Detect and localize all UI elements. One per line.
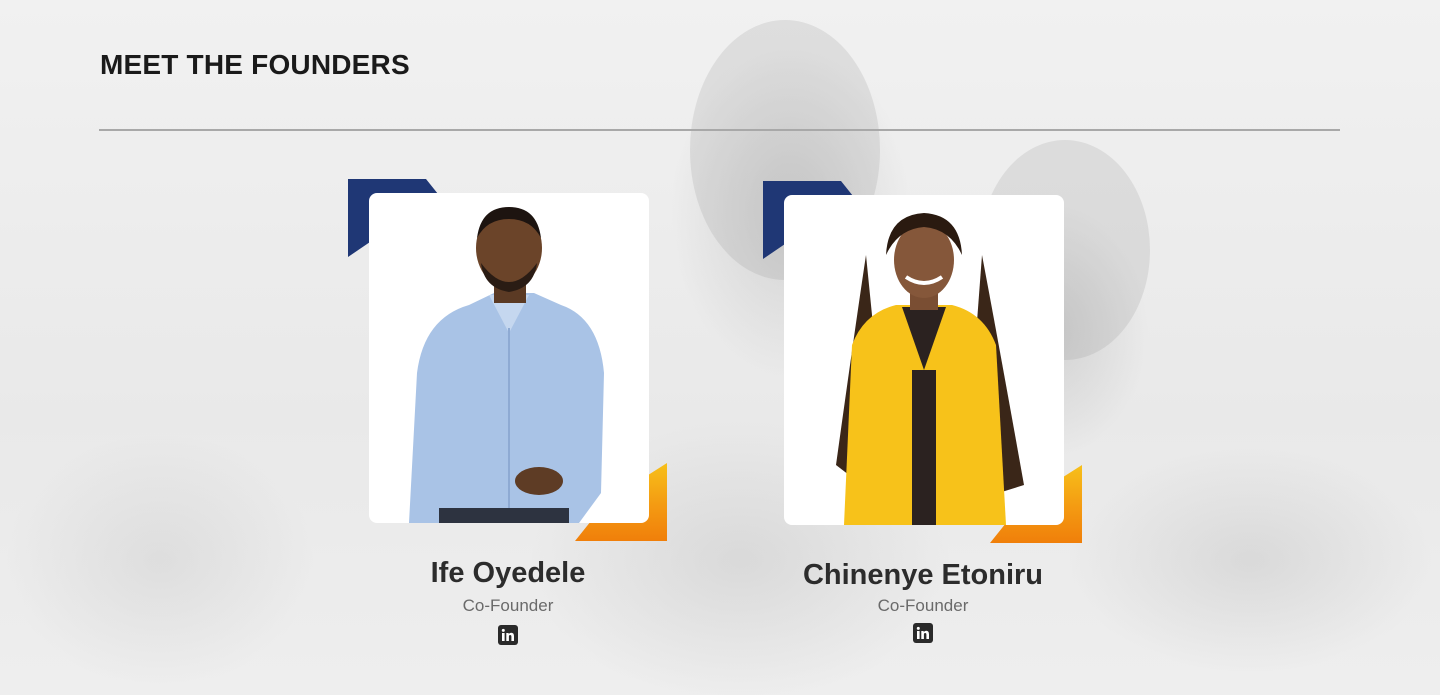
founder-role: Co-Founder <box>462 596 554 615</box>
linkedin-icon[interactable] <box>498 625 518 645</box>
founder-photo <box>369 193 649 523</box>
founder-card: Chinenye Etoniru Co-Founder <box>763 181 1083 661</box>
founders-section: MEET THE FOUNDERS Ife Oyedele Co-Founder… <box>0 0 1440 695</box>
founder-name: Chinenye Etoniru <box>802 559 1044 591</box>
founder-portrait <box>409 207 604 523</box>
section-heading: MEET THE FOUNDERS <box>100 49 410 80</box>
founder-role: Co-Founder <box>877 596 969 615</box>
founder-portrait <box>836 213 1024 525</box>
founder-name: Ife Oyedele <box>430 557 586 589</box>
linkedin-icon[interactable] <box>913 623 933 643</box>
founder-photo <box>784 195 1064 525</box>
founder-card: Ife Oyedele Co-Founder <box>348 179 668 659</box>
section-divider <box>99 129 1340 131</box>
